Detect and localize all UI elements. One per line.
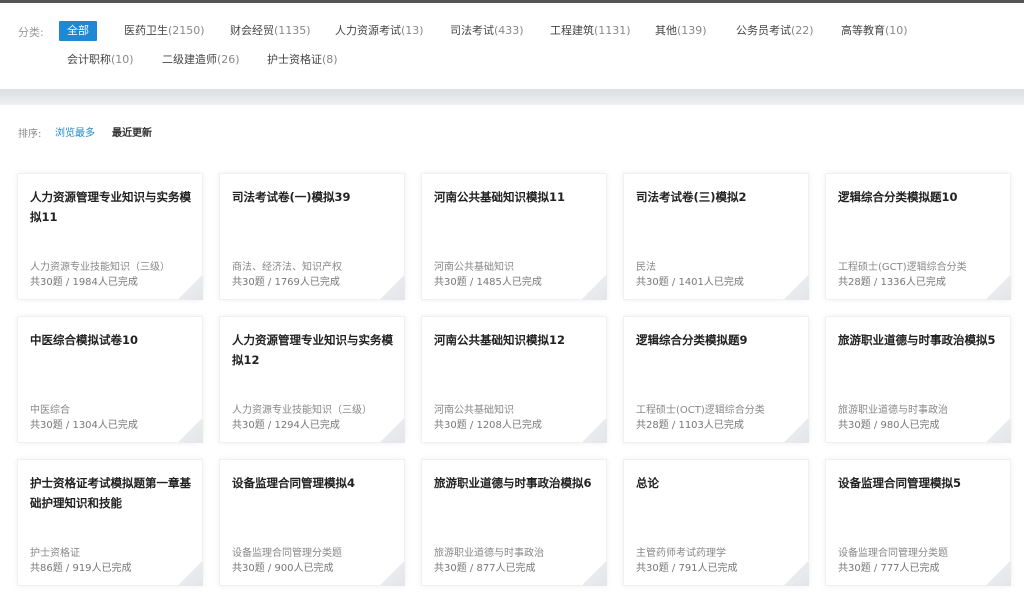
card-subject: 工程硕士(GCT)逻辑综合分类 (838, 262, 967, 273)
exam-card[interactable]: 逻辑综合分类模拟题10 工程硕士(GCT)逻辑综合分类 共28题 / 1336人… (825, 173, 1011, 300)
card-title: 护士资格证考试模拟题第一章基础护理知识和技能 (30, 476, 191, 510)
card-title: 逻辑综合分类模拟题9 (636, 333, 748, 347)
exam-card[interactable]: 司法考试卷(三)模拟2 民法 共30题 / 1401人已完成 (623, 173, 809, 300)
card-meta: 共30题 / 1208人已完成 (434, 420, 542, 431)
category-hr-exam[interactable]: 人力资源考试(13) (335, 21, 424, 41)
card-meta: 共30题 / 1984人已完成 (30, 277, 138, 288)
card-meta: 共30题 / 877人已完成 (434, 563, 536, 574)
card-subject: 旅游职业道德与时事政治 (434, 548, 544, 559)
category-other[interactable]: 其他(139) (655, 21, 707, 41)
section-divider-band (0, 89, 1024, 105)
category-accounting-title[interactable]: 会计职称(10) (67, 50, 134, 70)
exam-card[interactable]: 设备监理合同管理模拟4 设备监理合同管理分类题 共30题 / 900人已完成 (219, 459, 405, 586)
exam-card[interactable]: 旅游职业道德与时事政治模拟5 旅游职业道德与时事政治 共30题 / 980人已完… (825, 316, 1011, 443)
card-title: 旅游职业道德与时事政治模拟6 (434, 476, 592, 490)
card-meta: 共86题 / 919人已完成 (30, 563, 132, 574)
card-subject: 主管药师考试药理学 (636, 548, 726, 559)
category-higher-education[interactable]: 高等教育(10) (841, 21, 908, 41)
exam-card[interactable]: 逻辑综合分类模拟题9 工程硕士(OCT)逻辑综合分类 共28题 / 1103人已… (623, 316, 809, 443)
card-meta: 共30题 / 1294人已完成 (232, 420, 340, 431)
sort-label: 排序: (18, 129, 42, 140)
card-subject: 工程硕士(OCT)逻辑综合分类 (636, 405, 765, 416)
card-meta: 共30题 / 1769人已完成 (232, 277, 340, 288)
card-title: 司法考试卷(一)模拟39 (232, 190, 351, 204)
card-title: 河南公共基础知识模拟11 (434, 190, 566, 204)
card-title: 设备监理合同管理模拟5 (838, 476, 962, 490)
card-subject: 商法、经济法、知识产权 (232, 262, 342, 273)
card-subject: 中医综合 (30, 405, 70, 416)
card-meta: 共30题 / 980人已完成 (838, 420, 940, 431)
card-meta: 共30题 / 777人已完成 (838, 563, 940, 574)
card-meta: 共30题 / 791人已完成 (636, 563, 738, 574)
category-medical[interactable]: 医药卫生(2150) (124, 21, 205, 41)
card-title: 逻辑综合分类模拟题10 (838, 190, 958, 204)
card-subject: 人力资源专业技能知识（三级） (30, 262, 170, 273)
card-subject: 民法 (636, 262, 656, 273)
card-meta: 共30题 / 1485人已完成 (434, 277, 542, 288)
card-title: 设备监理合同管理模拟4 (232, 476, 356, 490)
card-title: 司法考试卷(三)模拟2 (636, 190, 747, 204)
card-subject: 护士资格证 (30, 548, 80, 559)
card-title: 总论 (636, 476, 659, 490)
exam-card[interactable]: 人力资源管理专业知识与实务模拟11 人力资源专业技能知识（三级） 共30题 / … (17, 173, 203, 300)
exam-card[interactable]: 护士资格证考试模拟题第一章基础护理知识和技能 护士资格证 共86题 / 919人… (17, 459, 203, 586)
category-judicial-exam[interactable]: 司法考试(433) (450, 21, 524, 41)
category-civil-service[interactable]: 公务员考试(22) (736, 21, 814, 41)
card-title: 人力资源管理专业知识与实务模拟12 (232, 333, 393, 367)
card-meta: 共28题 / 1336人已完成 (838, 277, 946, 288)
card-meta: 共28题 / 1103人已完成 (636, 420, 744, 431)
exam-card[interactable]: 总论 主管药师考试药理学 共30题 / 791人已完成 (623, 459, 809, 586)
exam-card[interactable]: 中医综合模拟试卷10 中医综合 共30题 / 1304人已完成 (17, 316, 203, 443)
card-title: 河南公共基础知识模拟12 (434, 333, 566, 347)
card-subject: 设备监理合同管理分类题 (838, 548, 948, 559)
card-subject: 旅游职业道德与时事政治 (838, 405, 948, 416)
card-subject: 人力资源专业技能知识（三级） (232, 405, 372, 416)
card-subject: 河南公共基础知识 (434, 262, 514, 273)
exam-card[interactable]: 旅游职业道德与时事政治模拟6 旅游职业道德与时事政治 共30题 / 877人已完… (421, 459, 607, 586)
filter-label: 分类: (18, 26, 44, 39)
exam-card[interactable]: 河南公共基础知识模拟11 河南公共基础知识 共30题 / 1485人已完成 (421, 173, 607, 300)
sort-most-viewed[interactable]: 浏览最多 (55, 124, 95, 139)
card-subject: 河南公共基础知识 (434, 405, 514, 416)
card-meta: 共30题 / 1304人已完成 (30, 420, 138, 431)
card-meta: 共30题 / 1401人已完成 (636, 277, 744, 288)
exam-card[interactable]: 人力资源管理专业知识与实务模拟12 人力资源专业技能知识（三级） 共30题 / … (219, 316, 405, 443)
card-title: 旅游职业道德与时事政治模拟5 (838, 333, 996, 347)
category-filter-panel: 分类: 全部 医药卫生(2150) 财会经贸(1135) 人力资源考试(13) … (0, 3, 1024, 89)
category-engineering[interactable]: 工程建筑(1131) (550, 21, 631, 41)
exam-card[interactable]: 河南公共基础知识模拟12 河南公共基础知识 共30题 / 1208人已完成 (421, 316, 607, 443)
card-title: 中医综合模拟试卷10 (30, 333, 139, 347)
exam-card[interactable]: 设备监理合同管理模拟5 设备监理合同管理分类题 共30题 / 777人已完成 (825, 459, 1011, 586)
exam-card[interactable]: 司法考试卷(一)模拟39 商法、经济法、知识产权 共30题 / 1769人已完成 (219, 173, 405, 300)
category-all[interactable]: 全部 (59, 21, 97, 41)
card-meta: 共30题 / 900人已完成 (232, 563, 334, 574)
card-subject: 设备监理合同管理分类题 (232, 548, 342, 559)
category-nurse-cert[interactable]: 护士资格证(8) (267, 50, 338, 70)
category-finance[interactable]: 财会经贸(1135) (230, 21, 311, 41)
card-title: 人力资源管理专业知识与实务模拟11 (30, 190, 191, 224)
category-constructor-level2[interactable]: 二级建造师(26) (162, 50, 240, 70)
sort-recently-updated[interactable]: 最近更新 (112, 124, 152, 139)
